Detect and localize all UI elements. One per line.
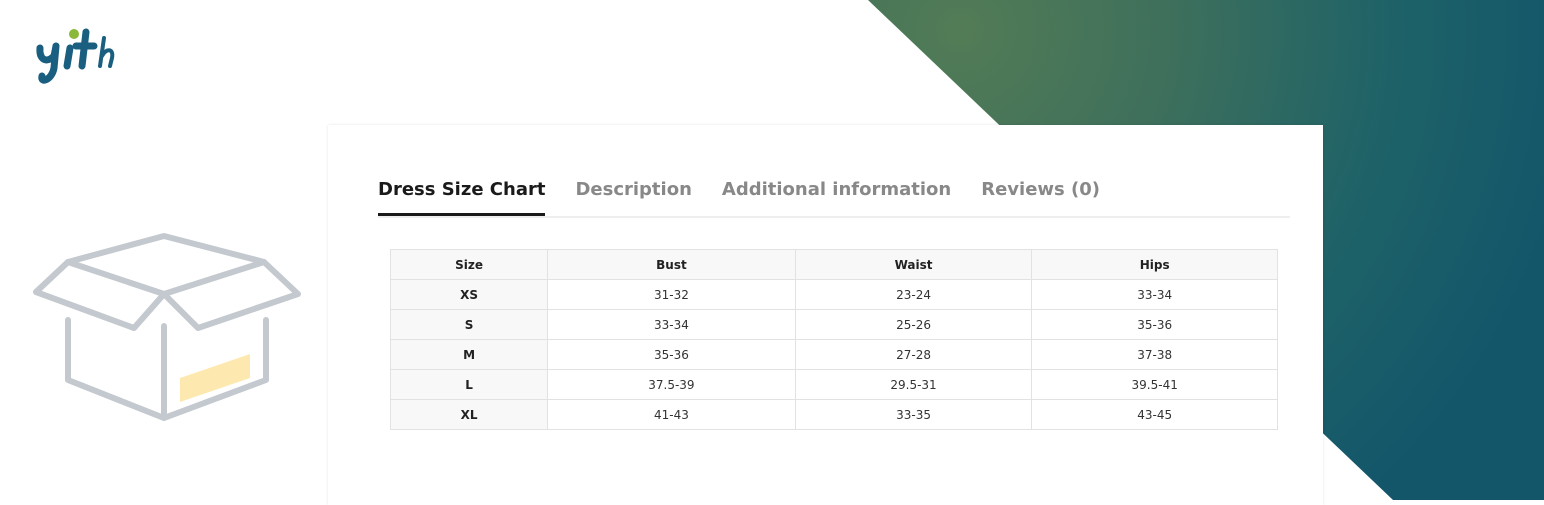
waist-cell: 33-35 — [794, 399, 1033, 430]
table-row: L 37.5-39 29.5-31 39.5-41 — [389, 369, 1278, 400]
table-row: XL 41-43 33-35 43-45 — [389, 399, 1278, 430]
tab-description[interactable]: Description — [575, 175, 691, 214]
size-cell: S — [389, 309, 549, 340]
open-box-icon — [33, 233, 301, 421]
hips-cell: 43-45 — [1031, 399, 1278, 430]
yith-logo: yith — [36, 28, 115, 84]
table-row: M 35-36 27-28 37-38 — [389, 339, 1278, 370]
product-tabs: Dress Size Chart Description Additional … — [378, 175, 1290, 218]
hips-cell: 39.5-41 — [1031, 369, 1278, 400]
size-cell: XS — [389, 279, 549, 310]
hips-cell: 37-38 — [1031, 339, 1278, 370]
size-chart-table: Size Bust Waist Hips XS 31-32 23-24 33-3… — [389, 249, 1278, 430]
waist-cell: 23-24 — [794, 279, 1033, 310]
hips-cell: 33-34 — [1031, 279, 1278, 310]
bust-cell: 41-43 — [547, 399, 796, 430]
bust-cell: 31-32 — [547, 279, 796, 310]
hips-cell: 35-36 — [1031, 309, 1278, 340]
bust-cell: 33-34 — [547, 309, 796, 340]
table-row: XS 31-32 23-24 33-34 — [389, 279, 1278, 310]
bust-cell: 37.5-39 — [547, 369, 796, 400]
column-header-size: Size — [389, 249, 549, 280]
waist-cell: 29.5-31 — [794, 369, 1033, 400]
size-cell: L — [389, 369, 549, 400]
column-header-bust: Bust — [547, 249, 796, 280]
product-tabs-card: Dress Size Chart Description Additional … — [328, 125, 1323, 505]
size-cell: M — [389, 339, 549, 370]
bust-cell: 35-36 — [547, 339, 796, 370]
column-header-hips: Hips — [1031, 249, 1278, 280]
waist-cell: 25-26 — [794, 309, 1033, 340]
tab-additional-information[interactable]: Additional information — [722, 175, 951, 214]
table-header-row: Size Bust Waist Hips — [389, 249, 1278, 280]
table-row: S 33-34 25-26 35-36 — [389, 309, 1278, 340]
size-cell: XL — [389, 399, 549, 430]
tab-dress-size-chart[interactable]: Dress Size Chart — [378, 175, 546, 216]
waist-cell: 27-28 — [794, 339, 1033, 370]
column-header-waist: Waist — [794, 249, 1033, 280]
tab-reviews[interactable]: Reviews (0) — [981, 175, 1100, 214]
